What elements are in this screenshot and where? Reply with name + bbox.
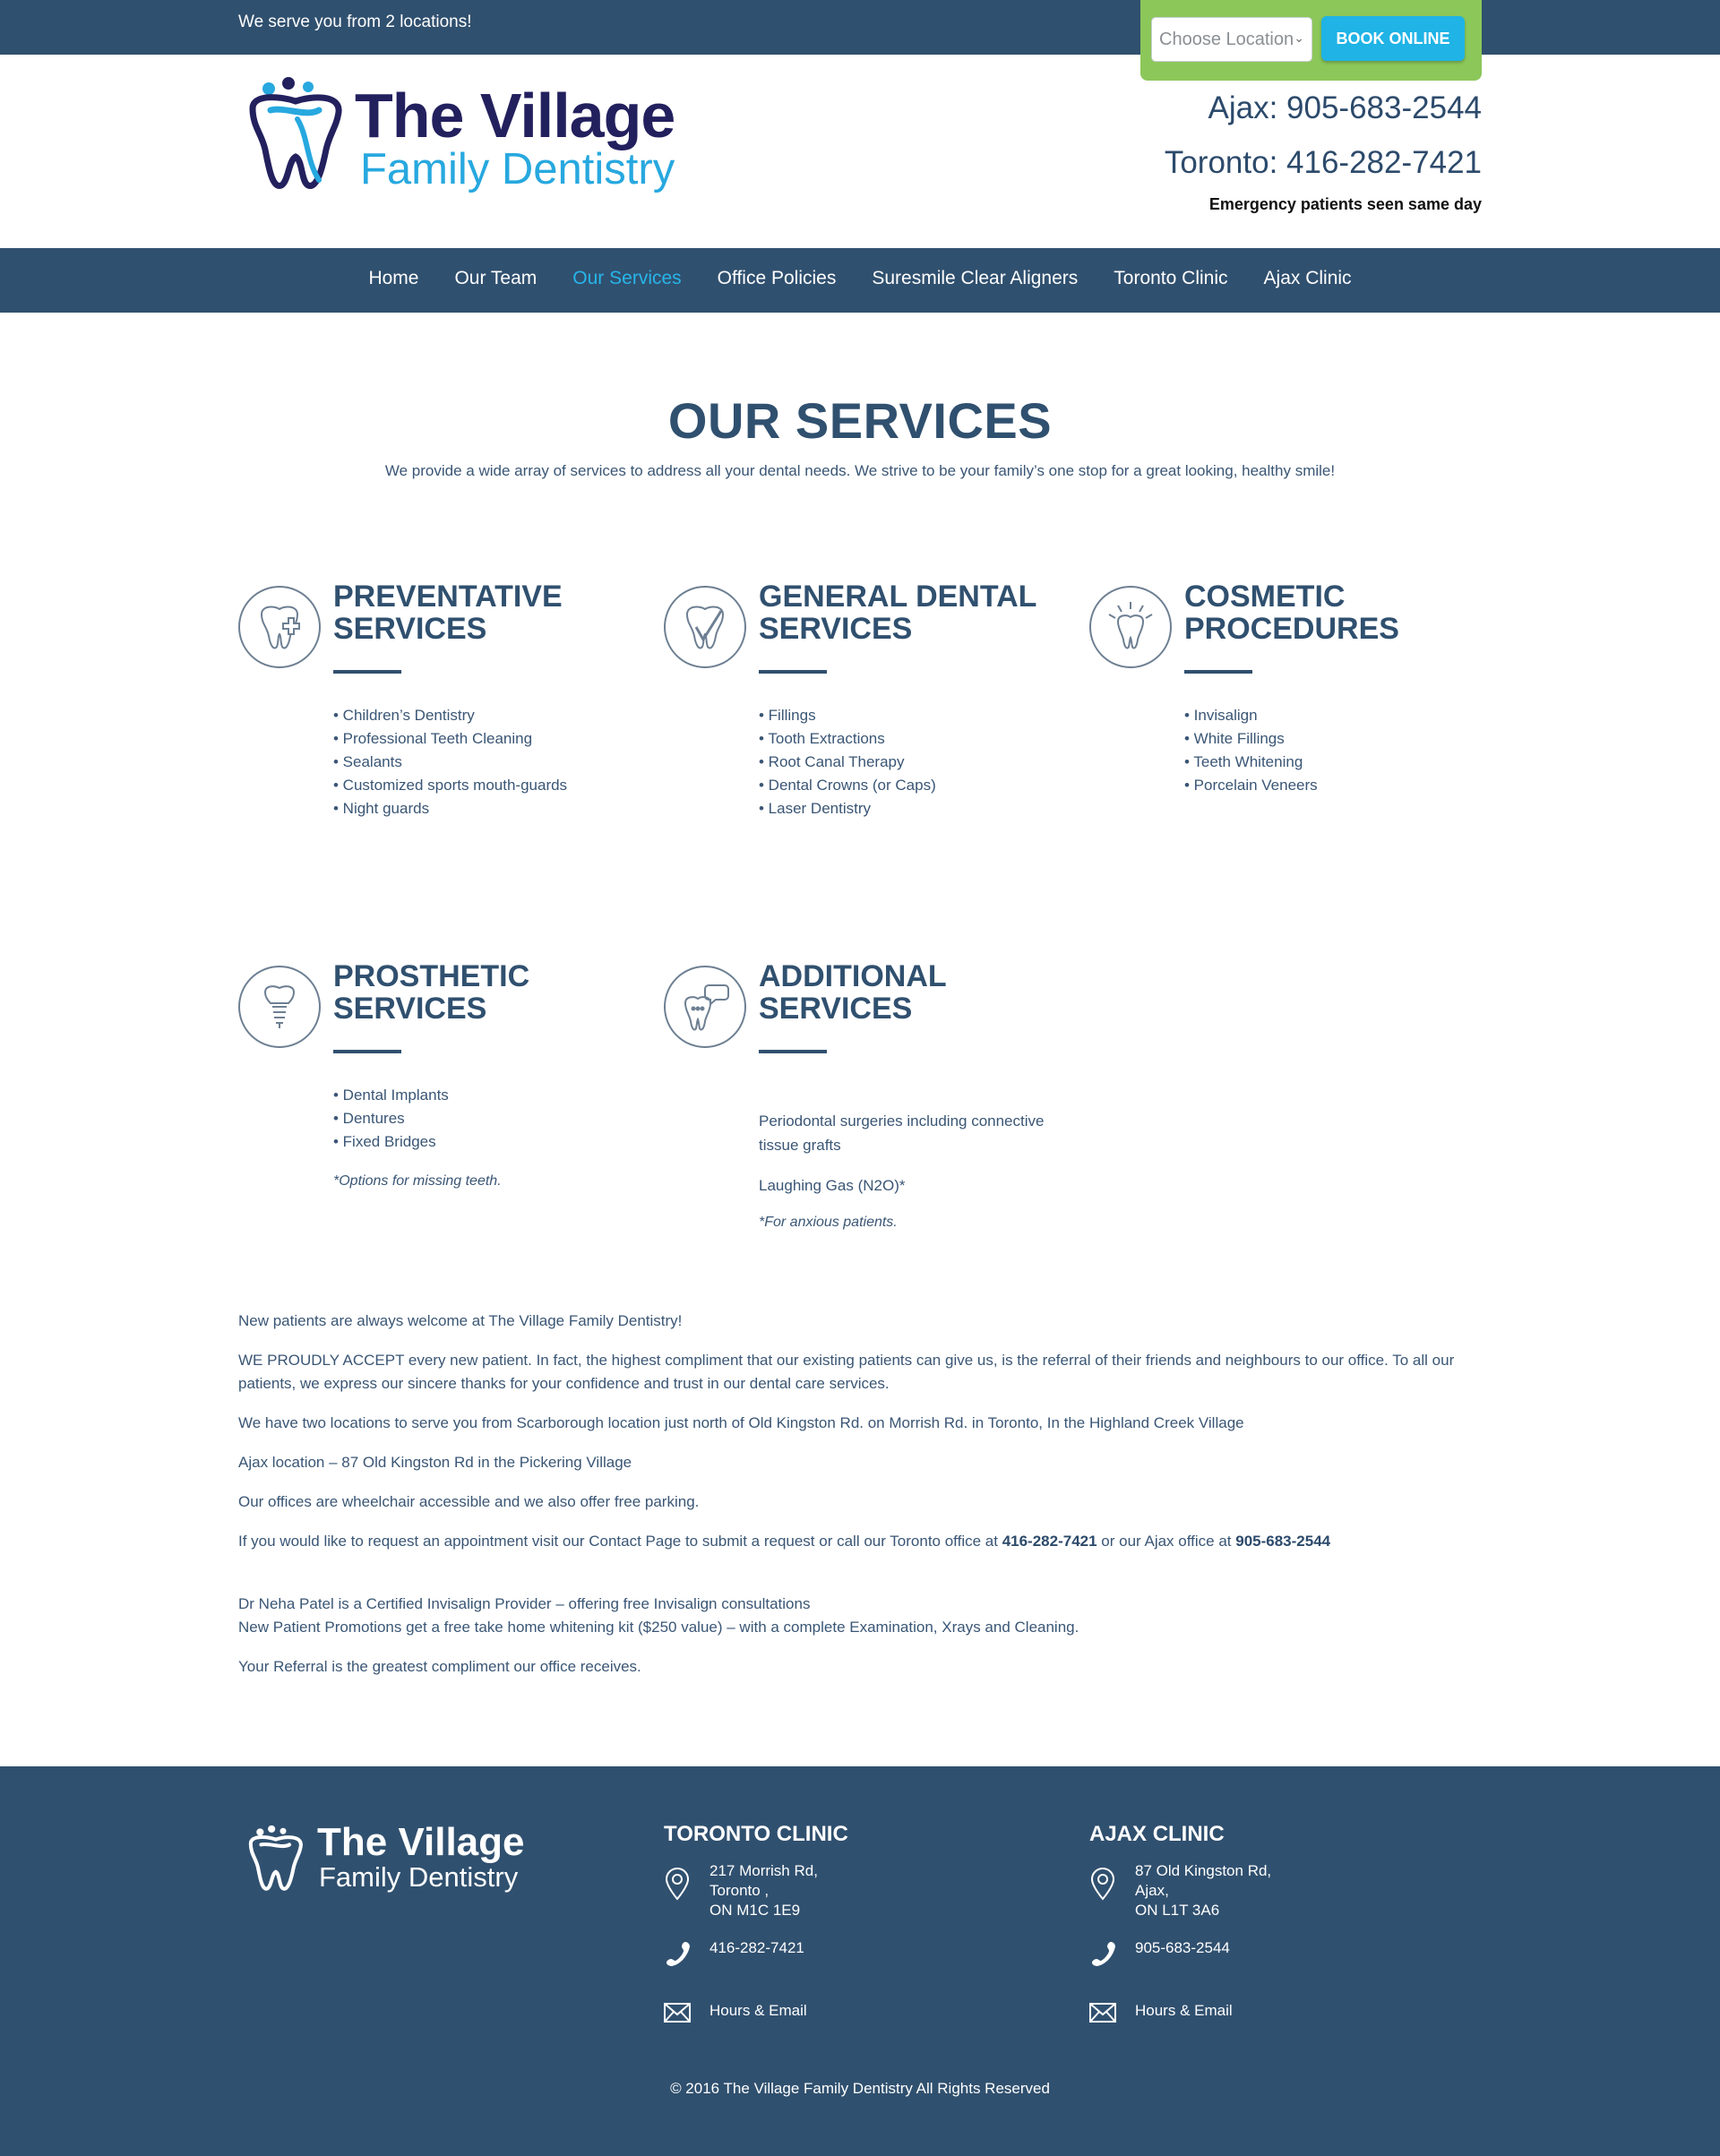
list-item: • Fillings [759,707,816,724]
tooth-family-logo-icon [249,77,342,189]
title-underline [759,1050,827,1053]
title-underline [759,670,827,674]
footer-heading: AJAX CLINIC [1089,1822,1225,1846]
content-paragraph: New patients are always welcome at The V… [238,1312,683,1329]
nav-item-our-services[interactable]: Our Services [572,268,681,289]
copyright: © 2016 The Village Family Dentistry All … [670,2080,1050,2097]
service-list: • Dental Implants • Dentures • Fixed Bri… [333,1084,449,1154]
page-title: OUR SERVICES [667,392,1053,449]
list-item: • Fixed Bridges [333,1133,436,1150]
footer-ajax-clinic: AJAX CLINIC 87 Old Kingston Rd, Ajax, ON… [1089,1822,1448,2023]
location-select-value: Choose Location [1159,30,1294,49]
welcome-content: New patients are always welcome at The V… [238,1310,1482,1695]
footer-logo-title: The Village [317,1820,525,1864]
map-pin-icon [665,1868,690,1901]
logo-subtitle: Family Dentistry [360,145,675,193]
service-list: • Children’s Dentistry • Professional Te… [333,704,567,820]
nav-item-our-team[interactable]: Our Team [454,268,537,289]
footer-phone[interactable]: 416-282-7421 [664,1938,1022,2001]
list-item: • Teeth Whitening [1184,753,1303,770]
service-list: • Invisalign • White Fillings • Teeth Wh… [1184,704,1318,797]
emergency-note: Emergency patients seen same day [1208,195,1482,213]
main-nav: Home Our Team Our Services Office Polici… [0,248,1720,313]
tooth-plus-icon [238,586,321,668]
envelope-icon [664,2003,691,2023]
service-list: • Fillings • Tooth Extractions • Root Ca… [759,704,936,820]
footer-heading: TORONTO CLINIC [664,1822,848,1846]
list-item: • Porcelain Veneers [1184,777,1318,794]
list-item: • Dental Crowns (or Caps) [759,777,936,794]
envelope-icon [1089,2003,1116,2023]
content-paragraph: Our offices are wheelchair accessible an… [238,1493,700,1510]
dental-implant-icon [238,966,321,1048]
service-title: ADDITIONAL SERVICES [759,959,947,1026]
toronto-phone[interactable]: Toronto: 416-282-7421 [1165,145,1482,181]
site-footer: The Village Family Dentistry TORONTO CLI… [0,1766,1720,2156]
footer-address: 217 Morrish Rd, Toronto , ON M1C 1E9 [664,1861,1022,1938]
services-grid: PREVENTATIVE SERVICES • Children’s Denti… [238,480,1482,1286]
service-note: *For anxious patients. [759,1215,898,1230]
promotions-paragraph: Dr Neha Patel is a Certified Invisalign … [238,1595,1079,1636]
service-title: GENERAL DENTAL SERVICES [759,580,1037,646]
phone-icon [1092,1942,1115,1966]
page-intro: We provide a wide array of services to a… [384,462,1336,479]
tooth-chat-icon [664,966,746,1048]
content-paragraph: Your Referral is the greatest compliment… [238,1658,641,1675]
nav-item-toronto-clinic[interactable]: Toronto Clinic [1114,268,1227,289]
chevron-down-icon: ⌄ [1294,30,1304,45]
service-title: COSMETIC PROCEDURES [1184,580,1399,646]
list-item: • Dental Implants [333,1087,449,1104]
phone-icon [666,1942,690,1966]
list-item: • Night guards [333,800,430,817]
list-item: • Children’s Dentistry [333,707,475,724]
content-paragraph: We have two locations to serve you from … [238,1414,1244,1431]
list-item: • Professional Teeth Cleaning [333,730,533,747]
list-item: • Root Canal Therapy [759,753,905,770]
footer-hours-email[interactable]: Hours & Email [1089,2001,1448,2023]
ajax-phone[interactable]: Ajax: 905-683-2544 [1208,90,1483,126]
title-underline [1184,670,1252,674]
footer-logo-subtitle: Family Dentistry [319,1861,519,1893]
service-note: *Options for missing teeth. [333,1173,502,1189]
logo-title: The Village [355,81,675,150]
content-paragraph: WE PROUDLY ACCEPT every new patient. In … [238,1352,1455,1392]
tooth-family-logo-icon [248,1825,303,1891]
locations-tagline: We serve you from 2 locations! [238,13,472,31]
service-paragraph: Laughing Gas (N2O)* [759,1177,906,1194]
ajax-phone-inline[interactable]: 905-683-2544 [1235,1533,1330,1550]
list-item: • Customized sports mouth-guards [333,777,568,794]
service-title: PREVENTATIVE SERVICES [333,580,563,646]
list-item: • White Fillings [1184,730,1285,747]
list-item: • Dentures [333,1110,405,1127]
content-paragraph: Ajax location – 87 Old Kingston Rd in th… [238,1454,632,1471]
footer-toronto-clinic: TORONTO CLINIC 217 Morrish Rd, Toronto ,… [664,1822,1022,2023]
list-item: • Invisalign [1184,707,1258,724]
nav-item-home[interactable]: Home [368,268,418,289]
title-underline [333,670,401,674]
top-bar: We serve you from 2 locations! Choose Lo… [0,0,1720,81]
footer-address: 87 Old Kingston Rd, Ajax, ON L1T 3A6 [1089,1861,1448,1938]
shining-tooth-icon [1089,586,1172,668]
site-header: The Village Family Dentistry Ajax: 905-6… [238,55,1482,248]
nav-item-suresmile[interactable]: Suresmile Clear Aligners [872,268,1078,289]
tooth-check-icon [664,586,746,668]
list-item: • Laser Dentistry [759,800,871,817]
list-item: • Sealants [333,753,402,770]
footer-hours-email[interactable]: Hours & Email [664,2001,1022,2023]
footer-logo[interactable]: The Village Family Dentistry [245,1820,550,1901]
nav-item-office-policies[interactable]: Office Policies [718,268,837,289]
toronto-phone-inline[interactable]: 416-282-7421 [1002,1533,1097,1550]
map-pin-icon [1090,1868,1115,1901]
nav-item-ajax-clinic[interactable]: Ajax Clinic [1264,268,1352,289]
site-logo[interactable]: The Village Family Dentistry [244,74,710,200]
appointment-paragraph: If you would like to request an appointm… [238,1533,1331,1550]
service-title: PROSTHETIC SERVICES [333,959,530,1026]
service-paragraph: Periodontal surgeries including connecti… [759,1112,1045,1154]
list-item: • Tooth Extractions [759,730,885,747]
footer-phone[interactable]: 905-683-2544 [1089,1938,1448,2001]
title-underline [333,1050,401,1053]
